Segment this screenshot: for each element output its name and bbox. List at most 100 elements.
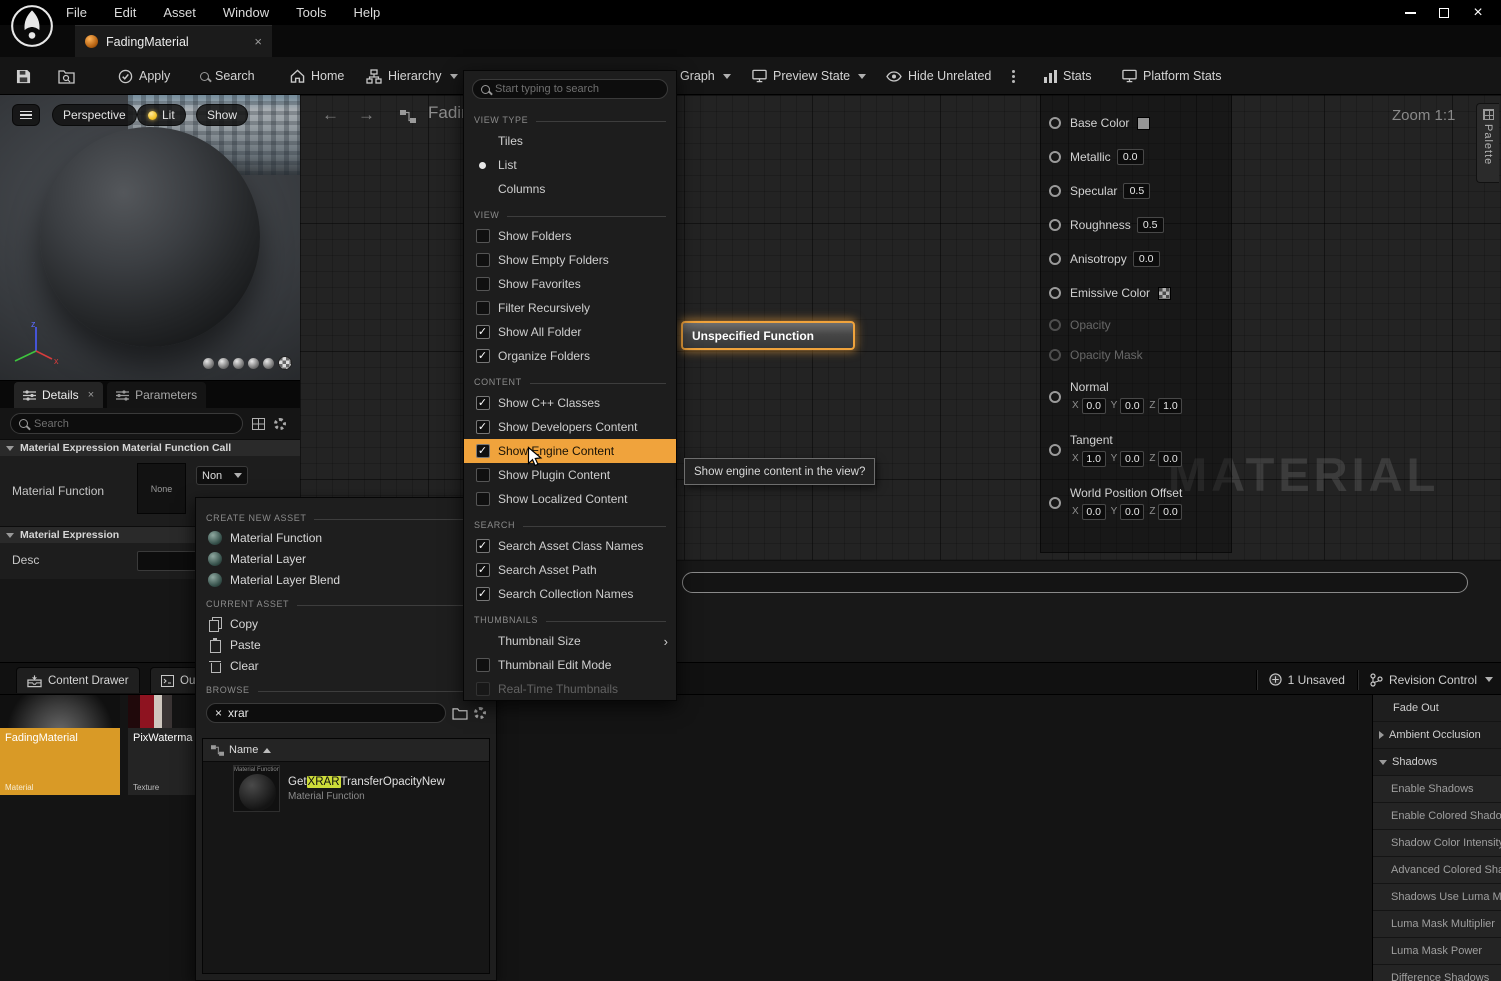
- property-row[interactable]: Enable Colored Shadow: [1373, 803, 1501, 830]
- pin-value-box[interactable]: 0.0: [1158, 451, 1182, 467]
- menu-edit[interactable]: Edit: [114, 5, 136, 20]
- palette-tab[interactable]: Palette: [1476, 103, 1499, 183]
- nav-back-icon[interactable]: ←: [322, 105, 339, 125]
- hierarchy-button[interactable]: Hierarchy: [366, 57, 458, 95]
- asset-search-box[interactable]: ×: [206, 703, 446, 723]
- view-menu-item[interactable]: Tiles: [464, 129, 676, 153]
- view-menu-item[interactable]: ✓Search Asset Path: [464, 558, 676, 582]
- pin-value-box[interactable]: 0.5: [1123, 183, 1150, 199]
- property-row[interactable]: Shadow Color Intensity: [1373, 830, 1501, 857]
- tab-close-icon[interactable]: ×: [254, 34, 262, 49]
- menu-item[interactable]: Clear: [196, 655, 496, 676]
- unsaved-indicator[interactable]: 1 Unsaved: [1269, 673, 1345, 687]
- sphere-preview-icon[interactable]: [263, 358, 274, 369]
- property-row[interactable]: Ambient Occlusion: [1373, 722, 1501, 749]
- view-menu-item[interactable]: ✓Show All Folder: [464, 320, 676, 344]
- pin-circle-icon[interactable]: [1049, 444, 1061, 456]
- material-function-thumbnail[interactable]: None: [137, 463, 186, 514]
- pin-value-box[interactable]: 1.0: [1082, 451, 1106, 467]
- pin-value-box[interactable]: 0.5: [1137, 217, 1164, 233]
- save-search-folder-icon[interactable]: [452, 707, 468, 720]
- home-button[interactable]: Home: [290, 57, 344, 95]
- expander-icon[interactable]: [1379, 760, 1387, 765]
- property-row[interactable]: Advanced Colored Sha: [1373, 857, 1501, 884]
- pin-circle-icon[interactable]: [1049, 349, 1061, 361]
- menu-item[interactable]: Copy: [196, 613, 496, 634]
- color-swatch[interactable]: [1137, 117, 1150, 130]
- content-drawer-tab[interactable]: Content Drawer: [16, 667, 140, 693]
- show-button[interactable]: Show: [196, 104, 248, 126]
- revision-control-button[interactable]: Revision Control: [1370, 673, 1493, 687]
- color-swatch[interactable]: [1158, 287, 1171, 300]
- property-row[interactable]: Shadows Use Luma M: [1373, 884, 1501, 911]
- pin-value-box[interactable]: 0.0: [1082, 398, 1106, 414]
- preview-mesh-icons[interactable]: [203, 356, 292, 370]
- details-search[interactable]: [10, 413, 243, 434]
- asset-result-row[interactable]: Material Function GetXRARTransferOpacity…: [203, 762, 489, 815]
- view-menu-item[interactable]: Show Empty Folders: [464, 248, 676, 272]
- property-row[interactable]: Shadows: [1373, 749, 1501, 776]
- pin-circle-icon[interactable]: [1049, 219, 1061, 231]
- pin-circle-icon[interactable]: [1049, 151, 1061, 163]
- sphere-preview-icon[interactable]: [203, 358, 214, 369]
- save-button[interactable]: [16, 57, 31, 95]
- sphere-preview-icon[interactable]: [248, 358, 259, 369]
- platform-stats-button[interactable]: Platform Stats: [1122, 57, 1222, 95]
- minimize-button[interactable]: [1393, 1, 1427, 25]
- view-menu-item[interactable]: Thumbnail Size›: [464, 629, 676, 653]
- pin-value-box[interactable]: 0.0: [1158, 504, 1182, 520]
- asset-list-header[interactable]: Name: [203, 739, 489, 762]
- menu-asset[interactable]: Asset: [163, 5, 196, 20]
- view-menu-item[interactable]: Filter Recursively: [464, 296, 676, 320]
- toolbar-overflow-icon[interactable]: [1012, 70, 1015, 83]
- expander-icon[interactable]: [1379, 731, 1384, 739]
- pin-value-box[interactable]: 1.0: [1158, 398, 1182, 414]
- pin-circle-icon[interactable]: [1049, 497, 1061, 509]
- lit-button[interactable]: Lit: [137, 104, 186, 126]
- property-row[interactable]: Luma Mask Multiplier: [1373, 911, 1501, 938]
- property-row[interactable]: Luma Mask Power: [1373, 938, 1501, 965]
- section-material-function-call[interactable]: Material Expression Material Function Ca…: [0, 439, 300, 456]
- asset-tile[interactable]: FadingMaterialMaterial: [0, 695, 120, 795]
- maximize-button[interactable]: [1427, 1, 1461, 25]
- pin-value-box[interactable]: 0.0: [1120, 398, 1144, 414]
- view-menu-item[interactable]: Show Localized Content: [464, 487, 676, 511]
- clear-search-icon[interactable]: ×: [215, 707, 222, 719]
- stats-button[interactable]: Stats: [1044, 57, 1092, 95]
- pin-value-box[interactable]: 0.0: [1120, 504, 1144, 520]
- preview-state-button[interactable]: Preview State: [752, 57, 866, 95]
- pin-value-box[interactable]: 0.0: [1117, 149, 1144, 165]
- view-menu-item[interactable]: Real-Time Thumbnails: [464, 677, 676, 701]
- menu-item[interactable]: Material Layer: [196, 548, 496, 569]
- unspecified-function-node[interactable]: Unspecified Function: [681, 321, 855, 350]
- apply-button[interactable]: Apply: [118, 57, 170, 95]
- viewport-menu-button[interactable]: [12, 104, 40, 126]
- view-menu-search-input[interactable]: [495, 83, 659, 95]
- view-menu-item[interactable]: ✓Organize Folders: [464, 344, 676, 368]
- menu-item[interactable]: Material Function: [196, 527, 496, 548]
- perspective-button[interactable]: Perspective: [52, 104, 137, 126]
- property-row[interactable]: Fade Out: [1373, 695, 1501, 722]
- settings-gear-icon[interactable]: [274, 418, 286, 430]
- close-button[interactable]: ×: [1461, 1, 1495, 25]
- browse-to-asset-button[interactable]: [58, 57, 75, 95]
- menu-tools[interactable]: Tools: [296, 5, 326, 20]
- sphere-preview-icon[interactable]: [218, 358, 229, 369]
- menu-window[interactable]: Window: [223, 5, 269, 20]
- menu-file[interactable]: File: [66, 5, 87, 20]
- pin-value-box[interactable]: 0.0: [1082, 504, 1106, 520]
- pin-circle-icon[interactable]: [1049, 391, 1061, 403]
- property-row[interactable]: Difference Shadows: [1373, 965, 1501, 981]
- view-menu-item[interactable]: Show Folders: [464, 224, 676, 248]
- checker-sphere-icon[interactable]: [278, 356, 292, 370]
- settings-gear-icon[interactable]: [474, 707, 486, 719]
- pin-value-box[interactable]: 0.0: [1120, 451, 1144, 467]
- unreal-engine-logo-icon[interactable]: [9, 3, 55, 49]
- menu-item[interactable]: Paste: [196, 634, 496, 655]
- tab-fadingmaterial[interactable]: FadingMaterial ×: [75, 25, 272, 57]
- tab-close-icon[interactable]: ×: [88, 389, 94, 401]
- view-menu-item[interactable]: List: [464, 153, 676, 177]
- view-menu-item[interactable]: ✓Show C++ Classes: [464, 391, 676, 415]
- asset-search-input[interactable]: [228, 706, 437, 720]
- property-row[interactable]: Enable Shadows: [1373, 776, 1501, 803]
